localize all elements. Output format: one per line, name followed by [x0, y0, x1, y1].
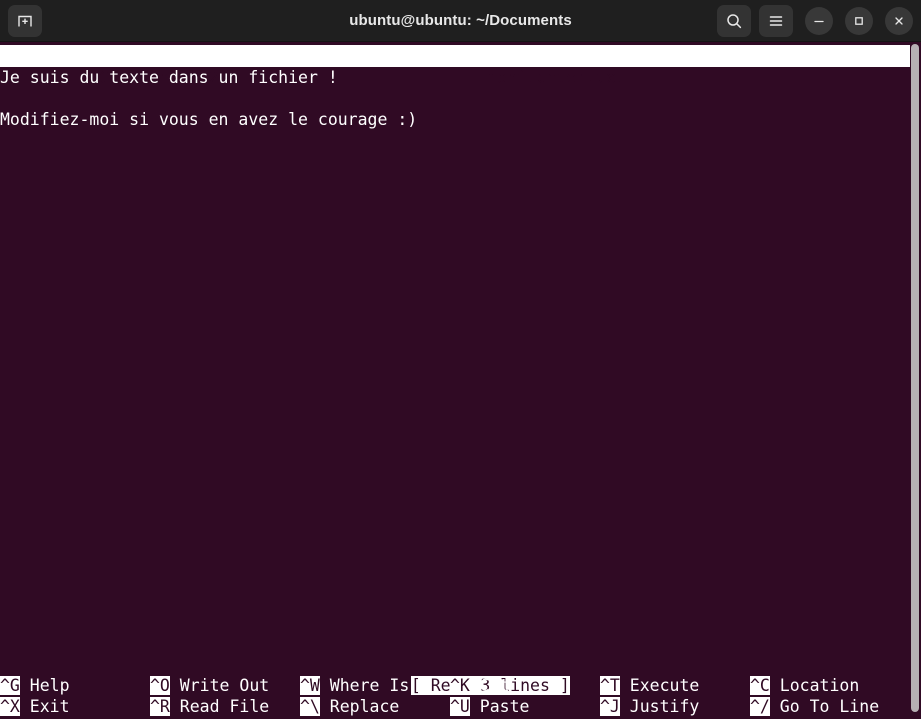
shortcut-key: ^W — [300, 676, 320, 695]
shortcut-label: Paste — [469, 697, 530, 716]
minimize-button[interactable] — [805, 6, 833, 35]
terminal-scrollbar[interactable] — [910, 42, 921, 719]
search-button[interactable] — [717, 4, 751, 37]
shortcut-label: Replace — [319, 697, 400, 716]
shortcut-key: ^\ — [300, 697, 320, 716]
maximize-icon — [855, 16, 863, 25]
nano-status-line: [ Read 3 lines ] — [0, 654, 921, 695]
shortcut-item[interactable]: ^C Location — [750, 675, 859, 696]
titlebar-left-controls — [8, 4, 42, 37]
nano-text-line: Modifiez-moi si vous en avez le courage … — [0, 110, 418, 129]
shortcut-label: Execute — [619, 676, 700, 695]
terminal-window: ubuntu@ubuntu: ~/Documents GNU nano 7.2 … — [0, 0, 921, 719]
shortcut-key: ^R — [150, 697, 170, 716]
search-icon — [727, 13, 742, 28]
shortcut-key: ^U — [450, 697, 470, 716]
shortcut-item[interactable]: ^\ Replace — [300, 696, 399, 717]
shortcut-label: Read File — [169, 697, 270, 716]
shortcut-label: Help — [19, 676, 70, 695]
window-titlebar: ubuntu@ubuntu: ~/Documents — [0, 0, 921, 42]
scrollbar-thumb[interactable] — [911, 44, 919, 712]
shortcut-item[interactable]: ^G Help — [0, 675, 70, 696]
new-tab-icon — [18, 15, 32, 26]
shortcut-key: ^K — [450, 676, 470, 695]
close-icon — [895, 16, 903, 25]
close-button[interactable] — [885, 6, 913, 35]
shortcut-label: Where Is — [319, 676, 410, 695]
shortcut-row-1: ^G Help ^O Write Out ^W Where Is ^K Cut ^T E… — [0, 675, 921, 696]
nano-editor: GNU nano 7.2 monfichier.txt Je suis du t… — [0, 45, 921, 130]
shortcut-key: ^C — [750, 676, 770, 695]
nano-shortcut-bar: ^G Help ^O Write Out ^W Where Is ^K Cut ^T E… — [0, 675, 921, 719]
shortcut-row-2: ^X Exit ^R Read File ^\ Replace ^U Paste ^J … — [0, 696, 921, 717]
terminal-content[interactable]: GNU nano 7.2 monfichier.txt Je suis du t… — [0, 42, 921, 719]
shortcut-label: Go To Line — [769, 697, 880, 716]
menu-button[interactable] — [759, 4, 793, 37]
shortcut-key: ^X — [0, 697, 20, 716]
shortcut-label: Justify — [619, 697, 700, 716]
nano-filename: monfichier.txt — [486, 68, 626, 87]
new-tab-button[interactable] — [8, 4, 42, 37]
nano-header-bar: GNU nano 7.2 monfichier.txt — [0, 45, 921, 87]
titlebar-right-controls — [717, 4, 913, 37]
minimize-icon — [814, 20, 824, 22]
shortcut-label: Exit — [19, 697, 70, 716]
shortcut-key: ^T — [600, 676, 620, 695]
shortcut-item[interactable]: ^W Where Is — [300, 675, 409, 696]
shortcut-item[interactable]: ^X Exit — [0, 696, 70, 717]
hamburger-menu-icon — [769, 15, 783, 26]
shortcut-label: Write Out — [169, 676, 270, 695]
nano-header-pad — [60, 90, 408, 109]
maximize-button[interactable] — [845, 6, 873, 35]
shortcut-key: ^G — [0, 676, 20, 695]
shortcut-item[interactable]: ^J Justify — [600, 696, 699, 717]
shortcut-key: ^J — [600, 697, 620, 716]
shortcut-key: ^/ — [750, 697, 770, 716]
shortcut-label: Cut — [469, 676, 510, 695]
shortcut-item[interactable]: ^U Paste — [450, 696, 529, 717]
shortcut-item[interactable]: ^/ Go To Line — [750, 696, 879, 717]
shortcut-item[interactable]: ^R Read File — [150, 696, 269, 717]
shortcut-key: ^O — [150, 676, 170, 695]
shortcut-item[interactable]: ^T Execute — [600, 675, 699, 696]
shortcut-label: Location — [769, 676, 860, 695]
shortcut-item[interactable]: ^K Cut — [450, 675, 510, 696]
shortcut-item[interactable]: ^O Write Out — [150, 675, 269, 696]
